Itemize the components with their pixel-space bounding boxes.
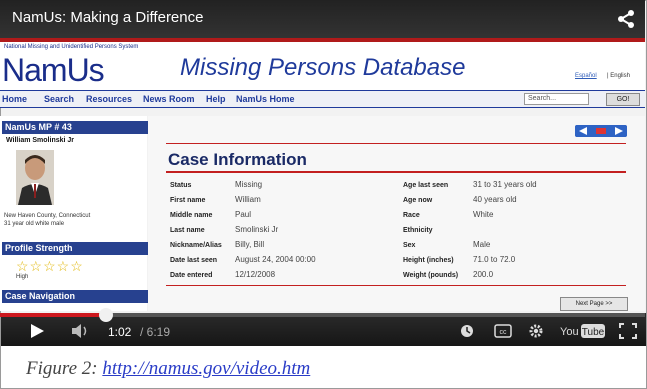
person-location: New Haven County, Connecticut [4,213,91,219]
player-controls [1,313,646,346]
fullscreen-icon[interactable] [619,323,637,339]
nav-home[interactable]: Home [2,94,27,104]
nav-news-room[interactable]: News Room [143,94,195,104]
video-title-bar: NamUs: Making a Difference [0,0,645,38]
field-value: 31 to 31 years old [473,180,537,189]
person-age-desc: 31 year old white male [4,221,65,227]
field-value: Billy, Bill [235,240,265,249]
field-value: 71.0 to 72.0 [473,255,516,264]
bottom-divider [166,285,626,286]
spanish-link[interactable]: Español [575,73,597,79]
next-page-button[interactable]: Next Page >> [560,297,628,311]
case-title-rule [166,171,626,173]
settings-icon[interactable] [528,323,544,339]
field-value: 12/12/2008 [235,270,276,279]
field-label: Date entered [170,272,213,279]
person-name: William Smolinski Jr [6,137,75,144]
field-value: Smolinski Jr [235,225,279,234]
case-info-title: Case Information [168,150,307,169]
scrubber-handle[interactable] [98,308,113,322]
field-label: Date last seen [170,257,218,264]
svg-text:cc: cc [500,329,508,336]
strength-stars: ☆☆☆☆☆ [16,258,84,274]
strength-rating: High [16,274,29,280]
case-panel [148,116,645,311]
field-label: Ethnicity [403,227,433,234]
logo-tagline: National Missing and Unidentified Person… [4,44,139,50]
field-value: August 24, 2004 00:00 [235,255,316,264]
nav-help[interactable]: Help [206,94,226,104]
volume-icon[interactable] [70,323,90,339]
play-icon[interactable] [28,322,46,340]
figure-caption: Figure 2: http://namus.gov/video.htm [26,358,310,380]
field-value: Male [473,240,491,249]
field-label: Age now [403,197,433,204]
english-label: | English [607,73,630,79]
top-divider [166,143,626,144]
field-label: Middle name [170,212,213,219]
field-label: Weight (pounds) [403,272,459,279]
field-value: 200.0 [473,270,494,279]
field-value: Missing [235,180,263,189]
svg-text:You: You [560,326,579,338]
field-label: Last name [170,227,205,234]
field-value: 40 years old [473,195,517,204]
nav-search[interactable]: Search [44,94,74,104]
banner-stripe [0,38,645,42]
case-navigation-header[interactable]: Case Navigation [2,290,149,303]
total-time: / 6:19 [140,325,171,339]
nav-bar: Home Search Resources News Room Help Nam… [0,90,645,108]
svg-text:Tube: Tube [582,327,605,338]
nav-namus-home[interactable]: NamUs Home [236,94,295,104]
watch-later-icon[interactable] [460,324,474,338]
namus-logo[interactable]: NamUs [2,52,105,89]
database-title: Missing Persons Database [180,54,466,81]
field-label: Race [403,212,420,219]
progress-fill [0,313,106,317]
nav-resources[interactable]: Resources [86,94,132,104]
captions-icon[interactable]: cc [494,324,512,338]
caption-link[interactable]: http://namus.gov/video.htm [102,358,310,379]
field-label: First name [170,197,206,204]
field-label: Nickname/Alias [170,242,222,249]
field-label: Age last seen [403,182,449,189]
field-value: William [235,195,261,204]
current-time: 1:02 [108,325,132,339]
person-photo [16,150,54,205]
profile-strength-header: Profile Strength [2,242,149,255]
field-label: Sex [403,242,416,249]
field-value: White [473,210,494,219]
caption-prefix: Figure 2: [26,358,103,379]
search-input[interactable]: Search... [524,93,589,105]
video-title[interactable]: NamUs: Making a Difference [12,9,203,26]
share-icon[interactable] [615,8,637,30]
case-id-header: NamUs MP # 43 [2,121,149,134]
go-button[interactable]: GO! [606,93,640,106]
field-label: Height (inches) [403,257,454,264]
field-value: Paul [235,210,252,219]
record-nav-arrows[interactable] [575,125,627,137]
youtube-logo[interactable]: You Tube [560,323,606,339]
field-label: Status [170,182,192,189]
